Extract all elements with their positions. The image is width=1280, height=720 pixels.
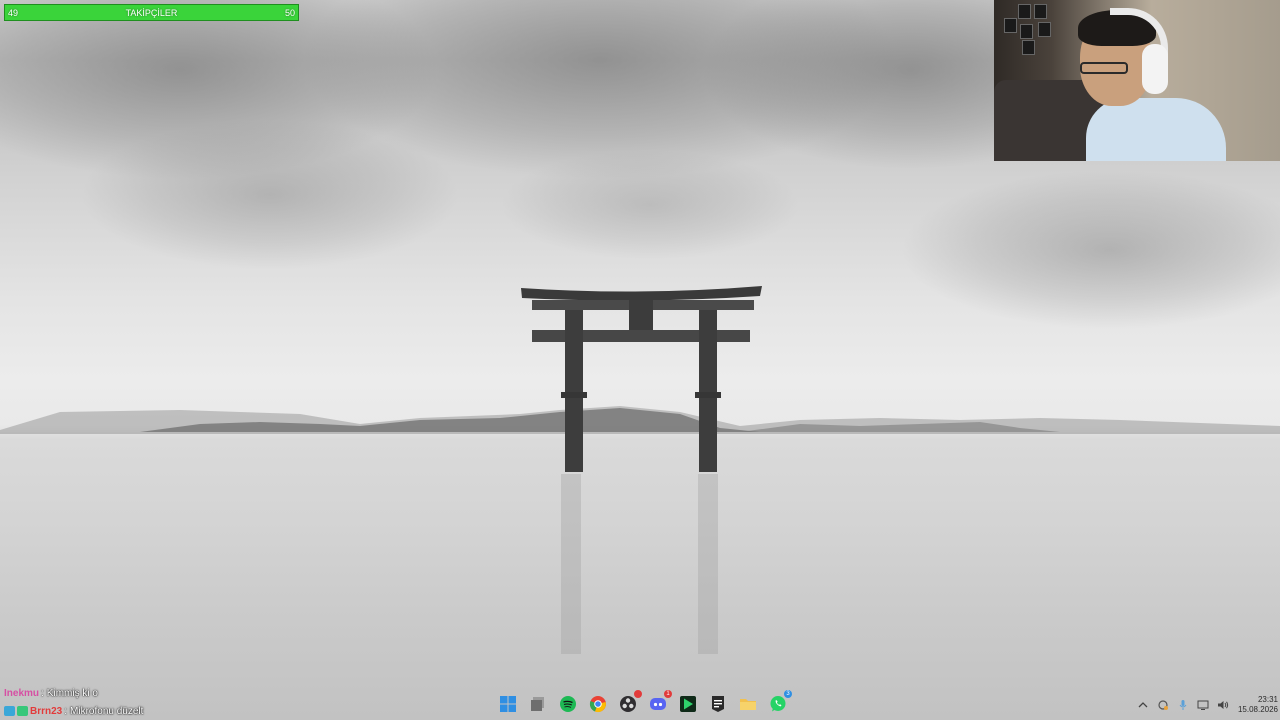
goal-title: TAKİPÇİLER <box>125 7 178 18</box>
chrome-button[interactable] <box>587 693 609 715</box>
whatsapp-notification-badge: 3 <box>784 690 792 698</box>
whatsapp-button[interactable]: 3 <box>767 690 792 715</box>
epic-games-button[interactable] <box>707 693 729 715</box>
obs-button[interactable] <box>617 690 642 715</box>
volume-icon <box>1217 701 1229 709</box>
headphones-cup <box>1142 44 1168 94</box>
wall-posters <box>998 4 1058 55</box>
streamer-shirt <box>1086 98 1226 161</box>
sync-tray-button[interactable] <box>1156 698 1170 712</box>
discord-icon <box>650 698 666 710</box>
goal-current: 49 <box>8 7 19 18</box>
microphone-icon <box>1179 700 1187 710</box>
whatsapp-icon <box>770 696 786 712</box>
discord-button[interactable]: 1 <box>647 690 672 715</box>
chevron-up-icon <box>1138 702 1148 708</box>
taskbar-apps: 1 3 <box>497 690 792 717</box>
streamlabs-button[interactable] <box>677 693 699 715</box>
clock[interactable]: 23:31 15.08.2026 <box>1238 695 1278 715</box>
obs-icon <box>620 696 636 712</box>
task-view-button[interactable] <box>527 693 549 715</box>
goal-target: 50 <box>284 7 295 18</box>
file-explorer-icon <box>740 699 756 710</box>
task-view-icon <box>531 697 544 711</box>
clock-time: 23:31 <box>1257 695 1278 704</box>
file-explorer-button[interactable] <box>737 693 759 715</box>
chrome-icon <box>589 696 606 713</box>
display-icon <box>1197 700 1209 710</box>
display-tray-button[interactable] <box>1196 698 1210 712</box>
system-tray: 23:31 15.08.2026 <box>1136 690 1278 720</box>
follower-goal-bar: 49 TAKİPÇİLER 50 <box>4 4 299 21</box>
webcam-feed <box>994 0 1280 161</box>
epic-games-icon <box>712 696 724 712</box>
spotify-button[interactable] <box>557 693 579 715</box>
volume-tray-button[interactable] <box>1216 698 1230 712</box>
streamlabs-icon <box>680 696 696 712</box>
microphone-tray-button[interactable] <box>1176 698 1190 712</box>
spotify-icon <box>560 696 576 712</box>
discord-notification-badge: 1 <box>664 690 672 698</box>
start-button[interactable] <box>497 693 519 715</box>
sync-icon <box>1158 700 1168 710</box>
glasses <box>1080 62 1128 74</box>
taskbar: 1 3 23:31 15.08.2026 <box>0 690 1280 720</box>
clock-date: 15.08.2026 <box>1237 705 1278 714</box>
start-icon <box>500 696 516 712</box>
obs-notification-badge <box>634 690 642 698</box>
show-hidden-icons-button[interactable] <box>1136 698 1150 712</box>
